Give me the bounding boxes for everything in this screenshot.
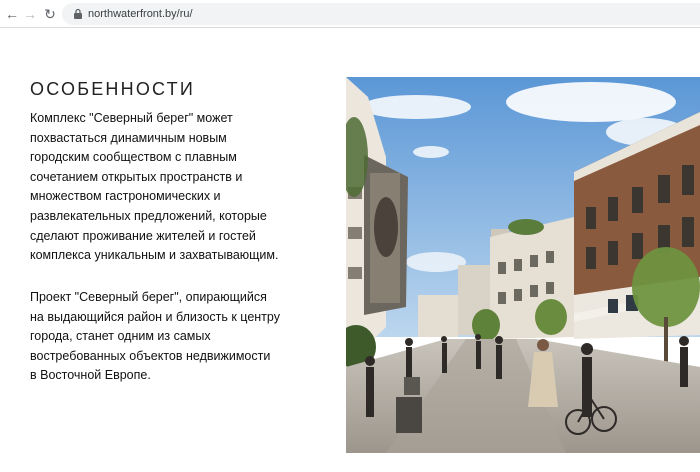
paragraph-line: в Восточной Европе.: [30, 368, 151, 383]
paragraph-line: множеством гастрономических и: [30, 189, 221, 204]
paragraph-line: востребованных объектов недвижимости: [30, 348, 271, 363]
paragraph-line: комплекса уникальным и захватывающим.: [30, 248, 279, 263]
paragraph-line: на выдающийся район и близость к центру: [30, 309, 280, 324]
lock-icon[interactable]: [72, 8, 84, 20]
intro-paragraph: Комплекс "Северный берег" может похваста…: [30, 109, 290, 266]
reload-icon[interactable]: ↻: [40, 4, 60, 24]
paragraph-line: сочетанием открытых пространств и: [30, 169, 243, 184]
paragraph-line: развлекательных предложений, которые: [30, 208, 267, 223]
paragraph-line: похвастаться динамичным новым: [30, 130, 227, 145]
paragraph-line: сделают проживание жителей и гостей: [30, 228, 256, 243]
paragraph-line: города, станет одним из самых: [30, 329, 211, 344]
arrow-right-icon[interactable]: →: [20, 4, 40, 24]
browser-toolbar: ← → ↻ northwaterfront.by/ru/: [0, 0, 700, 28]
url-text: northwaterfront.by/ru/: [88, 8, 193, 20]
address-bar[interactable]: northwaterfront.by/ru/: [62, 3, 700, 25]
street-rendering-image: [346, 77, 700, 453]
arrow-left-icon[interactable]: ←: [2, 4, 22, 24]
paragraph-line: Комплекс "Северный берег" может: [30, 111, 233, 125]
location-paragraph: Проект "Северный берег", опирающийся на …: [30, 288, 300, 386]
paragraph-line: Проект "Северный берег", опирающийся: [30, 290, 267, 304]
paragraph-line: городским сообществом с плавным: [30, 150, 237, 165]
section-title: ОСОБЕННОСТИ: [30, 79, 195, 99]
